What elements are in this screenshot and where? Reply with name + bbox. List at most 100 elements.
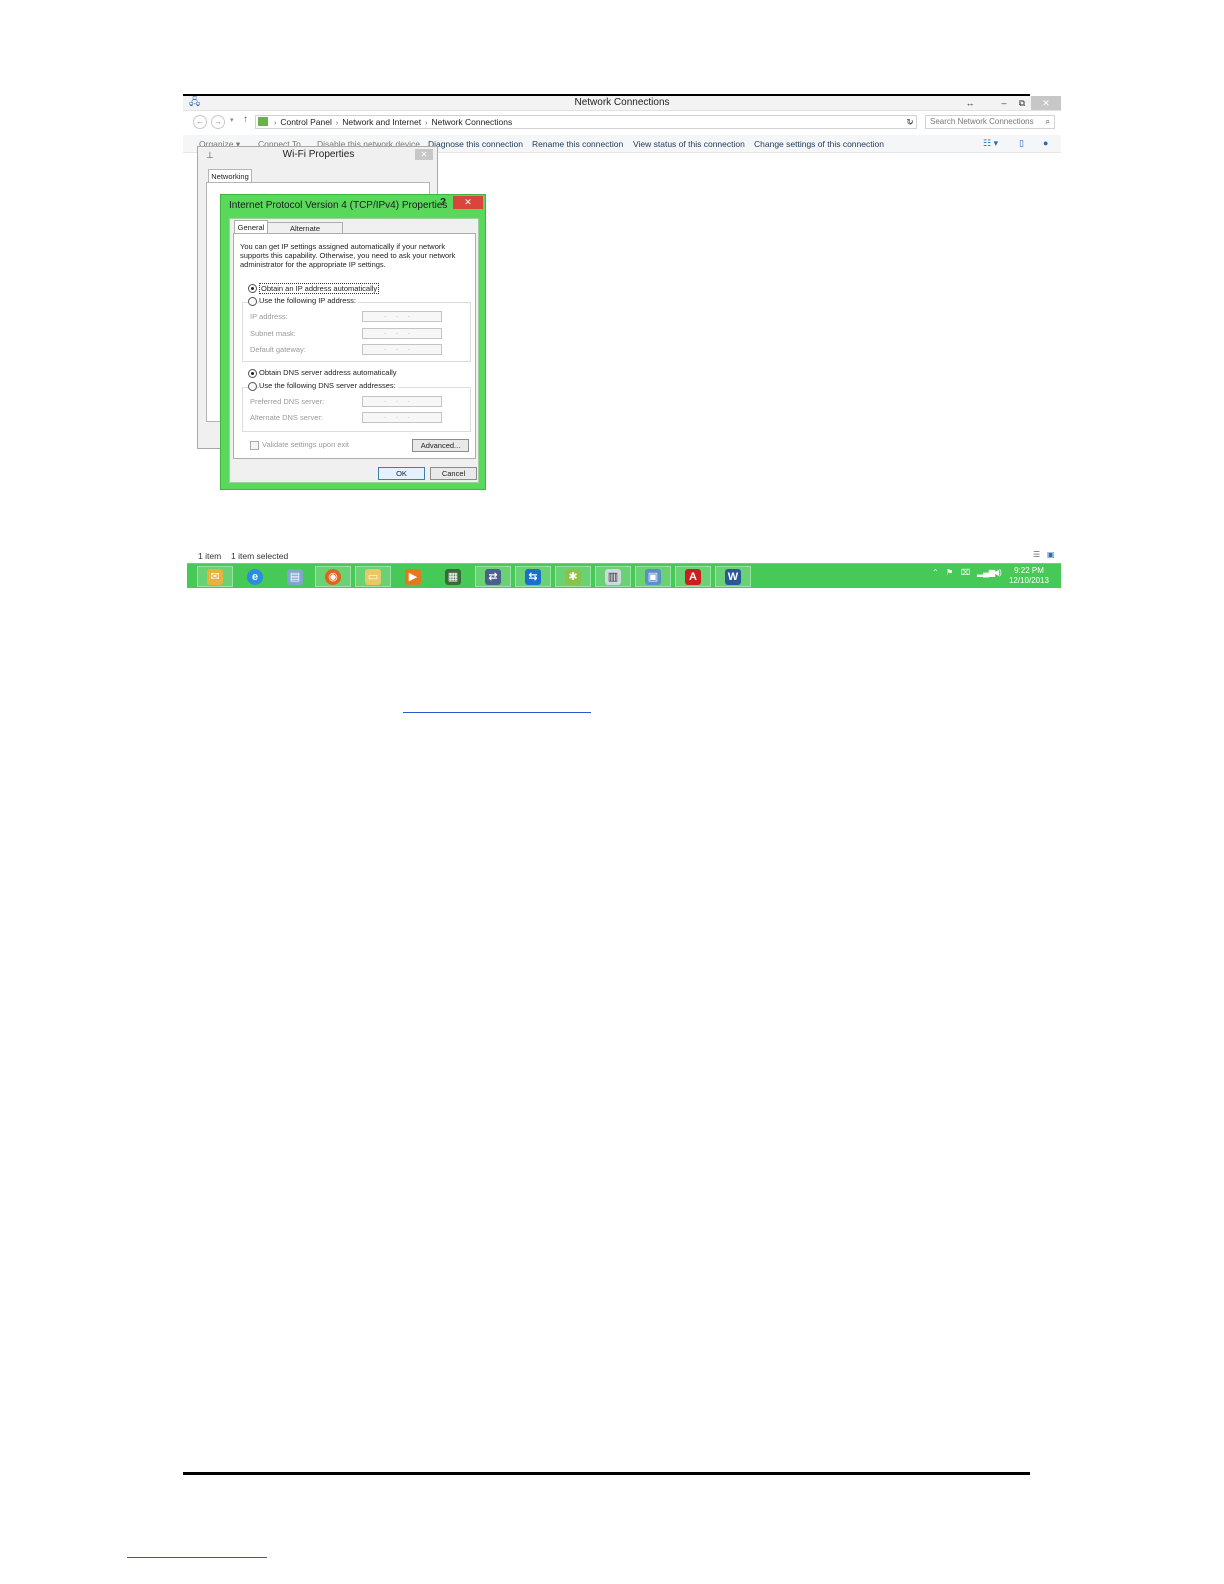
footnote-link-underline[interactable] xyxy=(127,1557,267,1558)
taskbar-file-explorer[interactable]: ▭ xyxy=(355,566,391,587)
remote-desktop-icon: ⇄ xyxy=(485,568,501,585)
alternate-dns-label: Alternate DNS server: xyxy=(250,413,323,422)
view-status-button[interactable]: View status of this connection xyxy=(633,139,745,149)
internet-explorer-icon: e xyxy=(247,568,263,585)
media-player-icon: ▶ xyxy=(405,568,421,585)
taskbar-calculator[interactable]: ▥ xyxy=(595,566,631,587)
change-settings-button[interactable]: Change settings of this connection xyxy=(754,139,884,149)
taskbar-notepad[interactable]: ▤ xyxy=(277,566,313,587)
taskbar-internet-explorer[interactable]: e xyxy=(237,566,273,587)
outlook-icon: ✉ xyxy=(207,568,223,585)
use-following-ip-radio[interactable] xyxy=(248,297,257,306)
chevron-right-icon: › xyxy=(274,120,277,127)
validate-settings-checkbox[interactable] xyxy=(250,441,259,450)
subnet-mask-label: Subnet mask: xyxy=(250,329,296,338)
close-button[interactable]: ✕ xyxy=(1031,96,1061,110)
obtain-dns-auto-radio[interactable] xyxy=(248,369,257,378)
taskbar-adobe-reader[interactable]: A xyxy=(675,566,711,587)
rename-button[interactable]: Rename this connection xyxy=(532,139,623,149)
taskbar-teamviewer[interactable]: ⇆ xyxy=(515,566,551,587)
volume-icon[interactable]: ◀) xyxy=(993,568,1002,577)
address-row: ← → ▾ ↑ › Control Panel › Network and Inter… xyxy=(183,113,1061,131)
taskbar-network-tool[interactable]: ▦ xyxy=(435,566,471,587)
preferred-dns-field[interactable]: ... xyxy=(362,396,442,407)
default-gateway-field[interactable]: ... xyxy=(362,344,442,355)
validate-settings-label[interactable]: Validate settings upon exit xyxy=(262,440,349,449)
adobe-reader-icon: A xyxy=(685,568,701,585)
taskbar-word[interactable]: W xyxy=(715,566,751,587)
breadcrumb-network-and-internet[interactable]: Network and Internet xyxy=(342,116,421,128)
status-bar: 1 item 1 item selected ☰ ▣ xyxy=(183,550,1061,564)
control-panel-icon xyxy=(258,117,268,126)
recent-dropdown-icon[interactable]: ▾ xyxy=(230,116,234,124)
taskbar-firefox[interactable]: ◉ xyxy=(315,566,351,587)
resize-button[interactable]: ↔ xyxy=(957,96,983,110)
wifi-close-button[interactable]: ✕ xyxy=(415,149,433,160)
item-count: 1 item xyxy=(198,551,222,561)
up-arrow-icon[interactable]: ↑ xyxy=(243,114,248,125)
help-button[interactable]: ? xyxy=(440,197,446,208)
address-bar[interactable]: › Control Panel › Network and Internet › Netw… xyxy=(255,115,917,129)
obtain-dns-auto-label[interactable]: Obtain DNS server address automatically xyxy=(259,368,397,377)
general-tab-panel: You can get IP settings assigned automat… xyxy=(233,233,476,459)
change-view-icon[interactable]: ☷ ▾ xyxy=(983,138,998,149)
window-title: Network Connections xyxy=(574,97,670,108)
wifi-dialog-title: Wi-Fi Properties xyxy=(282,149,355,160)
network-tray-icon[interactable]: ⌧ xyxy=(961,568,970,577)
action-center-icon[interactable]: ⚑ xyxy=(946,568,953,577)
manual-dns-group xyxy=(242,387,471,432)
back-arrow-icon[interactable]: ← xyxy=(193,115,207,129)
ip-settings-description: You can get IP settings assigned automat… xyxy=(240,242,456,269)
tray-overflow-icon[interactable]: ⌃ xyxy=(932,568,939,577)
taskbar: ✉ e ▤ ◉ ▭ ▶ ▦ ⇄ ⇆ ✱ ▥ ▣ A W ⌃ ⚑ ⌧ ▂▄▆ ◀)… xyxy=(187,563,1061,588)
firefox-icon: ◉ xyxy=(325,568,341,585)
refresh-icon[interactable]: ↻ xyxy=(903,115,917,129)
clock[interactable]: 9:22 PM 12/10/2013 xyxy=(1005,566,1053,586)
alternate-dns-field[interactable]: ... xyxy=(362,412,442,423)
remote-connection-icon: ▣ xyxy=(645,568,661,585)
ip-address-label: IP address: xyxy=(250,312,288,321)
help-icon[interactable]: ● xyxy=(1043,138,1048,148)
ipv4-close-button[interactable]: ✕ xyxy=(453,196,483,209)
file-explorer-icon: ▭ xyxy=(365,568,381,585)
use-following-dns-label[interactable]: Use the following DNS server addresses: xyxy=(259,381,398,390)
clock-date: 12/10/2013 xyxy=(1008,576,1050,585)
ok-button[interactable]: OK xyxy=(378,467,425,480)
diagnose-button[interactable]: Diagnose this connection xyxy=(428,139,523,149)
large-icons-view-icon[interactable]: ▣ xyxy=(1047,550,1055,559)
document-link-underline[interactable] xyxy=(403,712,591,713)
taskbar-remote-desktop[interactable]: ⇄ xyxy=(475,566,511,587)
breadcrumb-control-panel[interactable]: Control Panel xyxy=(280,116,332,128)
use-following-dns-radio[interactable] xyxy=(248,382,257,391)
preview-pane-icon[interactable]: ▯ xyxy=(1019,138,1024,149)
notepad-icon: ▤ xyxy=(287,568,303,585)
ipv4-dialog-body: General Alternate Configuration You can … xyxy=(229,218,479,483)
ip-address-field[interactable]: ... xyxy=(362,311,442,322)
taskbar-remote-connection[interactable]: ▣ xyxy=(635,566,671,587)
tab-networking[interactable]: Networking xyxy=(208,169,252,183)
obtain-ip-auto-radio[interactable] xyxy=(248,284,257,293)
ipv4-dialog-title: Internet Protocol Version 4 (TCP/IPv4) P… xyxy=(229,200,448,211)
obtain-ip-auto-label[interactable]: Obtain an IP address automatically xyxy=(259,283,380,294)
search-input[interactable]: Search Network Connections ⌕ xyxy=(925,115,1055,129)
breadcrumb-network-connections[interactable]: Network Connections xyxy=(431,116,512,128)
details-view-icon[interactable]: ☰ xyxy=(1033,550,1040,559)
taskbar-outlook[interactable]: ✉ xyxy=(197,566,233,587)
chevron-right-icon: › xyxy=(425,120,428,127)
word-icon: W xyxy=(725,568,741,585)
search-icon[interactable]: ⌕ xyxy=(1046,116,1050,128)
use-following-ip-label[interactable]: Use the following IP address: xyxy=(259,296,358,305)
settings-icon: ✱ xyxy=(565,568,581,585)
selected-count: 1 item selected xyxy=(231,551,289,561)
forward-arrow-icon[interactable]: → xyxy=(211,115,225,129)
cancel-button[interactable]: Cancel xyxy=(430,467,477,480)
taskbar-settings[interactable]: ✱ xyxy=(555,566,591,587)
tab-general[interactable]: General xyxy=(234,220,268,234)
preferred-dns-label: Preferred DNS server: xyxy=(250,397,325,406)
taskbar-media-player[interactable]: ▶ xyxy=(395,566,431,587)
network-tool-icon: ▦ xyxy=(445,568,461,585)
title-bar: 🖧 Network Connections ↔ – ⧉ ✕ xyxy=(183,96,1061,111)
advanced-button[interactable]: Advanced... xyxy=(412,439,469,452)
subnet-mask-field[interactable]: ... xyxy=(362,328,442,339)
teamviewer-icon: ⇆ xyxy=(525,568,541,585)
